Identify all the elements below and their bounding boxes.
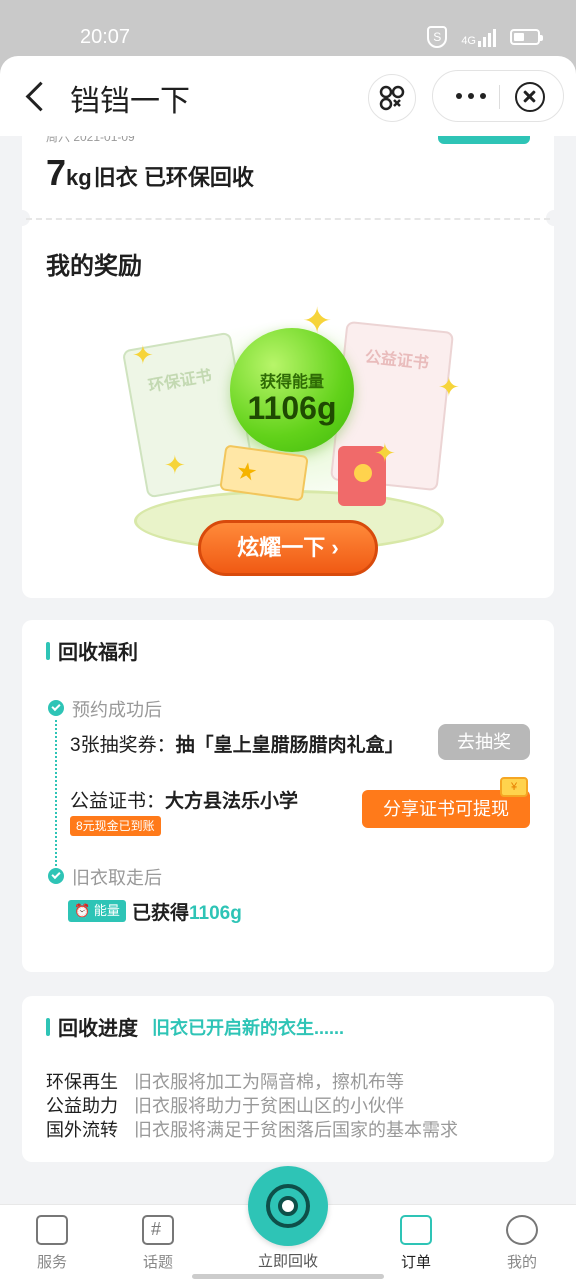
nav-label: 服务 [36,1254,67,1271]
mini-program-capsule [432,70,564,122]
close-icon[interactable] [515,82,545,112]
weight-number: 7 [46,152,67,193]
show-off-button[interactable]: 炫耀一下 › [198,520,378,576]
sparkle-icon: ✦ [438,372,460,402]
progress-row-desc: 旧衣服将加工为隔音棉，擦机布等 [134,1072,404,1092]
cert-right-label: 公益证书 [364,348,430,373]
progress-title: 回收进度 旧衣已开启新的衣生...... [46,1012,344,1041]
progress-row-key: 公益助力 [46,1096,118,1116]
certificate-row: 公益证书：大方县法乐小学 [70,786,298,813]
coin-icon [354,464,372,482]
energy-earned: 已获得1106g [132,898,242,925]
lottery-row: 3张抽奖券：抽「皇上皇腊肠腊肉礼盒」 [70,730,404,757]
progress-title-text: 回收进度 [58,1018,138,1040]
recycle-now-button[interactable] [248,1166,328,1246]
page-title: 铛铛一下 [70,85,190,118]
network-type-label: 4G [461,35,476,47]
energy-badge-text: 能量 [93,903,120,918]
recycle-now-label: 立即回收 [257,1253,318,1270]
benefits-title: 回收福利 [46,636,138,665]
signal-icon: 4G [461,27,496,47]
benefits-card: 回收福利 预约成功后 3张抽奖券：抽「皇上皇腊肠腊肉礼盒」 去抽奖 公益证书：大… [22,620,554,972]
bookmark-icon [36,1215,68,1245]
lottery-prize: 抽「皇上皇腊肠腊肉礼盒」 [175,735,404,756]
energy-badge: ⏰ 能量 [68,900,126,922]
progress-row: 国外流转 旧衣服将满足于贫困落后国家的基本需求 [46,1116,458,1142]
weight-unit: kg [66,165,92,190]
nav-label: 我的 [506,1254,537,1271]
progress-row: 公益助力 旧衣服将助力于贫困山区的小伙伴 [46,1092,404,1118]
yen-coupon-icon: ¥ [500,777,528,797]
energy-prefix: 已获得 [132,903,190,924]
nav-label: 话题 [142,1254,173,1271]
dashed-divider [26,218,550,220]
hashtag-chat-icon: # [142,1215,174,1245]
back-arrow-icon[interactable] [22,78,52,114]
smiley-icon [506,1215,538,1245]
status-time: 20:07 [80,26,131,48]
section-accent-bar [46,1017,50,1036]
sparkle-icon: ✦ [164,450,186,480]
cert-school: 大方县法乐小学 [165,791,299,812]
cert-prefix: 公益证书： [70,791,166,812]
progress-row: 环保再生 旧衣服将加工为隔音棉，擦机布等 [46,1068,404,1094]
benefits-title-text: 回收福利 [58,642,138,664]
scan-icon [379,85,405,111]
recycle-icon-core [278,1196,298,1216]
cert-left-label: 环保证书 [147,367,214,396]
lottery-prefix: 3张抽奖券： [70,735,176,756]
status-icons: S 4G [427,26,543,48]
sparkle-icon: ✦ [132,340,154,370]
energy-ball-label: 获得能量 [259,374,324,391]
nav-label: 订单 [400,1254,431,1271]
energy-value: 1106g [189,903,242,924]
energy-ball: 获得能量 1106g [230,328,354,452]
more-icon[interactable] [451,83,491,109]
reward-section-title: 我的奖励 [46,253,142,280]
progress-card: 回收进度 旧衣已开启新的衣生...... 环保再生 旧衣服将加工为隔音棉，擦机布等… [22,996,554,1162]
star-icon: ★ [234,457,260,487]
battery-icon [510,29,543,45]
title-bar: 铛铛一下 [0,56,576,136]
home-indicator [192,1274,384,1279]
step-label-picked-up: 旧衣取走后 [72,868,162,888]
progress-row-key: 环保再生 [46,1072,118,1092]
nav-item-mine[interactable]: 我的 [482,1215,562,1272]
nav-item-orders[interactable]: 订单 [376,1215,456,1272]
nav-item-topics[interactable]: # 话题 [118,1215,198,1272]
energy-ball-value: 1106g [247,390,337,426]
step-label-booked: 预约成功后 [72,700,162,720]
timeline-line [55,720,57,870]
weight-description: 旧衣 已环保回收 [93,165,254,190]
recycled-weight: 7 kg 旧衣 已环保回收 [46,152,254,194]
shield-icon: S [427,26,448,48]
section-accent-bar [46,641,50,660]
capsule-divider [499,85,500,109]
sparkle-icon: ✦ [374,438,396,468]
progress-row-desc: 旧衣服将助力于贫困山区的小伙伴 [134,1096,404,1116]
sparkle-icon: ✦ [302,300,333,341]
check-circle-icon [48,868,64,884]
progress-subtitle: 旧衣已开启新的衣生...... [152,1017,345,1038]
nav-item-service[interactable]: 服务 [12,1215,92,1272]
progress-row-desc: 旧衣服将满足于贫困落后国家的基本需求 [134,1120,458,1140]
cash-received-tag: 8元现金已到账 [70,816,161,836]
scan-button[interactable] [368,74,416,122]
check-circle-icon [48,700,64,716]
draw-lottery-button[interactable]: 去抽奖 [438,724,530,760]
order-icon [400,1215,432,1245]
progress-row-key: 国外流转 [46,1120,118,1140]
